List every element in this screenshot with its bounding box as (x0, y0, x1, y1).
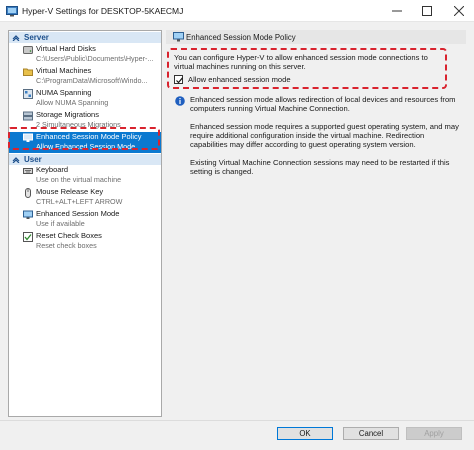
tree-item-numa-spanning[interactable]: NUMA Spanning Allow NUMA Spanning (9, 88, 161, 109)
collapse-chevron-icon (12, 35, 20, 41)
keyboard-icon (23, 168, 33, 174)
tree-item-keyboard[interactable]: Keyboard Use on the virtual machine (9, 165, 161, 186)
maximize-icon (422, 6, 432, 16)
tree-item-storage-migrations[interactable]: Storage Migrations 2 Simultaneous Migrat… (9, 110, 161, 131)
tree-item-mouse-release-key[interactable]: Mouse Release Key CTRL+ALT+LEFT ARROW (9, 187, 161, 208)
allow-enhanced-session-checkbox[interactable] (174, 75, 183, 84)
tree-item-value: C:\Users\Public\Documents\Hyper-... (36, 54, 154, 63)
checkmark-icon (176, 77, 183, 84)
close-button[interactable] (444, 0, 474, 22)
info-paragraph: Enhanced session mode requires a support… (190, 122, 459, 150)
mouse-icon (25, 188, 31, 198)
user-section-label: User (24, 155, 42, 164)
title-bar: Hyper-V Settings for DESKTOP-5KAECMJ (0, 0, 474, 22)
disk-icon (23, 46, 33, 54)
footer-divider (0, 420, 474, 421)
tree-item-value: CTRL+ALT+LEFT ARROW (36, 197, 123, 206)
window-title: Hyper-V Settings for DESKTOP-5KAECMJ (22, 6, 184, 16)
allow-enhanced-session-checkbox-row[interactable]: Allow enhanced session mode (174, 75, 374, 85)
tree-item-value: Use on the virtual machine (36, 175, 122, 184)
session-policy-icon (23, 133, 33, 142)
settings-tree[interactable]: Server Virtual Hard Disks C:\Users\Publi… (8, 30, 162, 417)
session-icon (23, 210, 33, 219)
tree-item-label: Reset Check Boxes (36, 231, 102, 240)
tree-item-enhanced-session-mode[interactable]: Enhanced Session Mode Use if available (9, 209, 161, 230)
tree-item-label: Keyboard (36, 165, 69, 174)
hyperv-app-icon (6, 6, 18, 17)
info-paragraph: Existing Virtual Machine Connection sess… (190, 158, 450, 177)
tree-item-label: Mouse Release Key (36, 187, 104, 196)
maximize-button[interactable] (412, 0, 442, 22)
tree-item-value: Allow NUMA Spanning (36, 98, 109, 107)
collapse-chevron-icon (12, 157, 20, 163)
policy-description: You can configure Hyper-V to allow enhan… (174, 53, 428, 71)
tree-item-value: Use if available (36, 219, 85, 228)
tree-item-value: C:\ProgramData\Microsoft\Windo... (36, 76, 148, 85)
tree-item-label: Enhanced Session Mode Policy (36, 132, 142, 141)
tree-item-label: Virtual Machines (36, 66, 92, 75)
storage-icon (23, 111, 33, 121)
info-paragraph: Enhanced session mode allows redirection… (190, 95, 456, 114)
tree-item-enhanced-session-mode-policy[interactable]: Enhanced Session Mode Policy Allow Enhan… (9, 132, 161, 153)
tree-item-reset-check-boxes[interactable]: Reset Check Boxes Reset check boxes (9, 231, 161, 252)
tree-item-label: Enhanced Session Mode (36, 209, 120, 218)
numa-icon (23, 89, 33, 99)
cancel-button[interactable]: Cancel (343, 427, 399, 440)
ok-button[interactable]: OK (277, 427, 333, 440)
tree-item-label: Virtual Hard Disks (36, 44, 96, 53)
tree-item-value: 2 Simultaneous Migrations (36, 120, 121, 129)
reset-checkbox-icon (23, 232, 33, 242)
close-icon (454, 6, 464, 16)
server-section-header[interactable]: Server (9, 32, 161, 43)
tree-item-virtual-machines[interactable]: Virtual Machines C:\ProgramData\Microsof… (9, 66, 161, 87)
minimize-button[interactable] (382, 0, 412, 22)
tree-item-value: Allow Enhanced Session Mode (36, 142, 136, 151)
panel-header: Enhanced Session Mode Policy (166, 30, 466, 44)
session-policy-icon (173, 32, 184, 42)
folder-icon (23, 68, 33, 76)
info-icon (175, 96, 185, 106)
server-section-label: Server (24, 33, 49, 42)
panel-title: Enhanced Session Mode Policy (186, 33, 296, 42)
tree-item-label: NUMA Spanning (36, 88, 92, 97)
tree-item-virtual-hard-disks[interactable]: Virtual Hard Disks C:\Users\Public\Docum… (9, 44, 161, 65)
user-section-header[interactable]: User (9, 154, 161, 165)
policy-group: You can configure Hyper-V to allow enhan… (167, 48, 447, 89)
allow-enhanced-session-label[interactable]: Allow enhanced session mode (188, 75, 291, 84)
settings-panel: Enhanced Session Mode Policy You can con… (166, 30, 466, 417)
apply-button[interactable]: Apply (406, 427, 462, 440)
minimize-icon (392, 10, 402, 12)
tree-item-value: Reset check boxes (36, 241, 97, 250)
tree-item-label: Storage Migrations (36, 110, 99, 119)
